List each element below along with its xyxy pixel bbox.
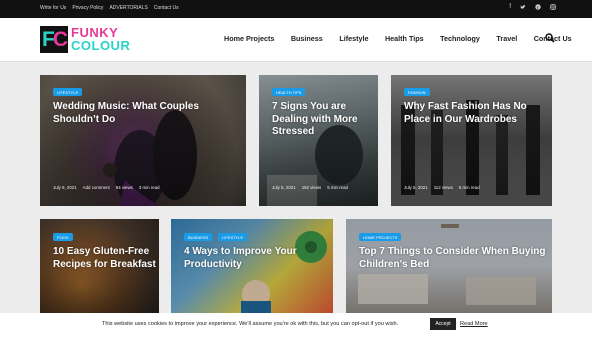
logo-word-colour: COLOUR bbox=[71, 38, 131, 53]
post-title[interactable]: Wedding Music: What Couples Shouldn’t Do bbox=[53, 101, 243, 126]
twitter-icon[interactable] bbox=[520, 4, 526, 12]
post-date: July 5, 2021 bbox=[272, 185, 296, 190]
top-link-write-for-us[interactable]: Write for Us bbox=[40, 5, 66, 11]
logo-monogram: FC bbox=[40, 26, 68, 53]
nav-item-lifestyle[interactable]: Lifestyle bbox=[339, 34, 368, 43]
post-title[interactable]: Top 7 Things to Consider When Buying Chi… bbox=[359, 246, 549, 271]
top-bar: Write for Us Privacy Policy ADVERTORIALS… bbox=[0, 0, 592, 18]
post-card-stress-signs[interactable]: HEALTH TIPS 7 Signs You are Dealing with… bbox=[259, 75, 378, 206]
post-views: 182 views bbox=[301, 185, 322, 190]
post-meta: July 5, 2021 182 views 5 min read bbox=[272, 185, 348, 190]
post-card-productivity[interactable]: BUSINESS LIFESTYLE 4 Ways to Improve You… bbox=[171, 219, 333, 313]
pinterest-icon[interactable] bbox=[535, 4, 541, 12]
site-header: FC FUNKY COLOUR Home Projects Business L… bbox=[0, 18, 592, 62]
post-comment[interactable]: Add comment bbox=[83, 185, 110, 190]
post-views: 94 views bbox=[115, 185, 133, 190]
post-read-time: 3 min read bbox=[138, 185, 160, 190]
post-card-fast-fashion[interactable]: FASHION Why Fast Fashion Has No Place in… bbox=[391, 75, 552, 206]
top-link-contact-us[interactable]: Contact Us bbox=[154, 5, 179, 11]
category-badge-secondary[interactable]: LIFESTYLE bbox=[218, 233, 248, 241]
top-links: Write for Us Privacy Policy ADVERTORIALS… bbox=[40, 5, 179, 11]
main-nav: Home Projects Business Lifestyle Health … bbox=[224, 34, 588, 43]
post-title[interactable]: 7 Signs You are Dealing with More Stress… bbox=[272, 101, 372, 139]
post-title[interactable]: Why Fast Fashion Has No Place in Our War… bbox=[404, 101, 544, 126]
post-meta: July 5, 2021 112 views 5 min read bbox=[404, 185, 480, 190]
social-links: f bbox=[509, 4, 556, 12]
nav-item-business[interactable]: Business bbox=[291, 34, 323, 43]
site-logo[interactable]: FC FUNKY COLOUR bbox=[40, 24, 135, 56]
post-card-gluten-free[interactable]: FOOD 10 Easy Gluten-Free Recipes for Bre… bbox=[40, 219, 159, 313]
post-card-wedding-music[interactable]: LIFESTYLE Wedding Music: What Couples Sh… bbox=[40, 75, 246, 206]
instagram-icon[interactable] bbox=[550, 4, 556, 12]
read-more-link[interactable]: Read More bbox=[460, 321, 488, 327]
cookie-banner: This website uses cookies to improve you… bbox=[0, 313, 592, 337]
category-badge[interactable]: FOOD bbox=[53, 233, 73, 241]
category-badge[interactable]: LIFESTYLE bbox=[53, 88, 83, 96]
top-link-privacy-policy[interactable]: Privacy Policy bbox=[72, 5, 103, 11]
post-read-time: 5 min read bbox=[458, 185, 480, 190]
category-badge[interactable]: HOME PROJECTS bbox=[359, 233, 402, 241]
post-title[interactable]: 4 Ways to Improve Your Productivity bbox=[184, 246, 324, 271]
search-icon[interactable] bbox=[545, 33, 555, 43]
post-card-childrens-bed[interactable]: HOME PROJECTS Top 7 Things to Consider W… bbox=[346, 219, 552, 313]
category-badge[interactable]: FASHION bbox=[404, 88, 430, 96]
nav-item-travel[interactable]: Travel bbox=[496, 34, 517, 43]
category-badge[interactable]: HEALTH TIPS bbox=[272, 88, 306, 96]
post-read-time: 5 min read bbox=[327, 185, 348, 190]
nav-item-health-tips[interactable]: Health Tips bbox=[385, 34, 424, 43]
nav-item-technology[interactable]: Technology bbox=[440, 34, 480, 43]
post-meta: July 9, 2021 Add comment 94 views 3 min … bbox=[53, 185, 160, 190]
category-badge[interactable]: BUSINESS bbox=[184, 233, 213, 241]
accept-cookies-button[interactable]: Accept bbox=[430, 318, 456, 330]
top-link-advertorials[interactable]: ADVERTORIALS bbox=[109, 5, 147, 11]
facebook-icon[interactable]: f bbox=[509, 4, 511, 12]
cookie-message: This website uses cookies to improve you… bbox=[102, 321, 399, 327]
post-date: July 9, 2021 bbox=[53, 185, 77, 190]
post-date: July 5, 2021 bbox=[404, 185, 428, 190]
post-views: 112 views bbox=[433, 185, 453, 190]
nav-item-home-projects[interactable]: Home Projects bbox=[224, 34, 274, 43]
post-title[interactable]: 10 Easy Gluten-Free Recipes for Breakfas… bbox=[53, 246, 157, 271]
